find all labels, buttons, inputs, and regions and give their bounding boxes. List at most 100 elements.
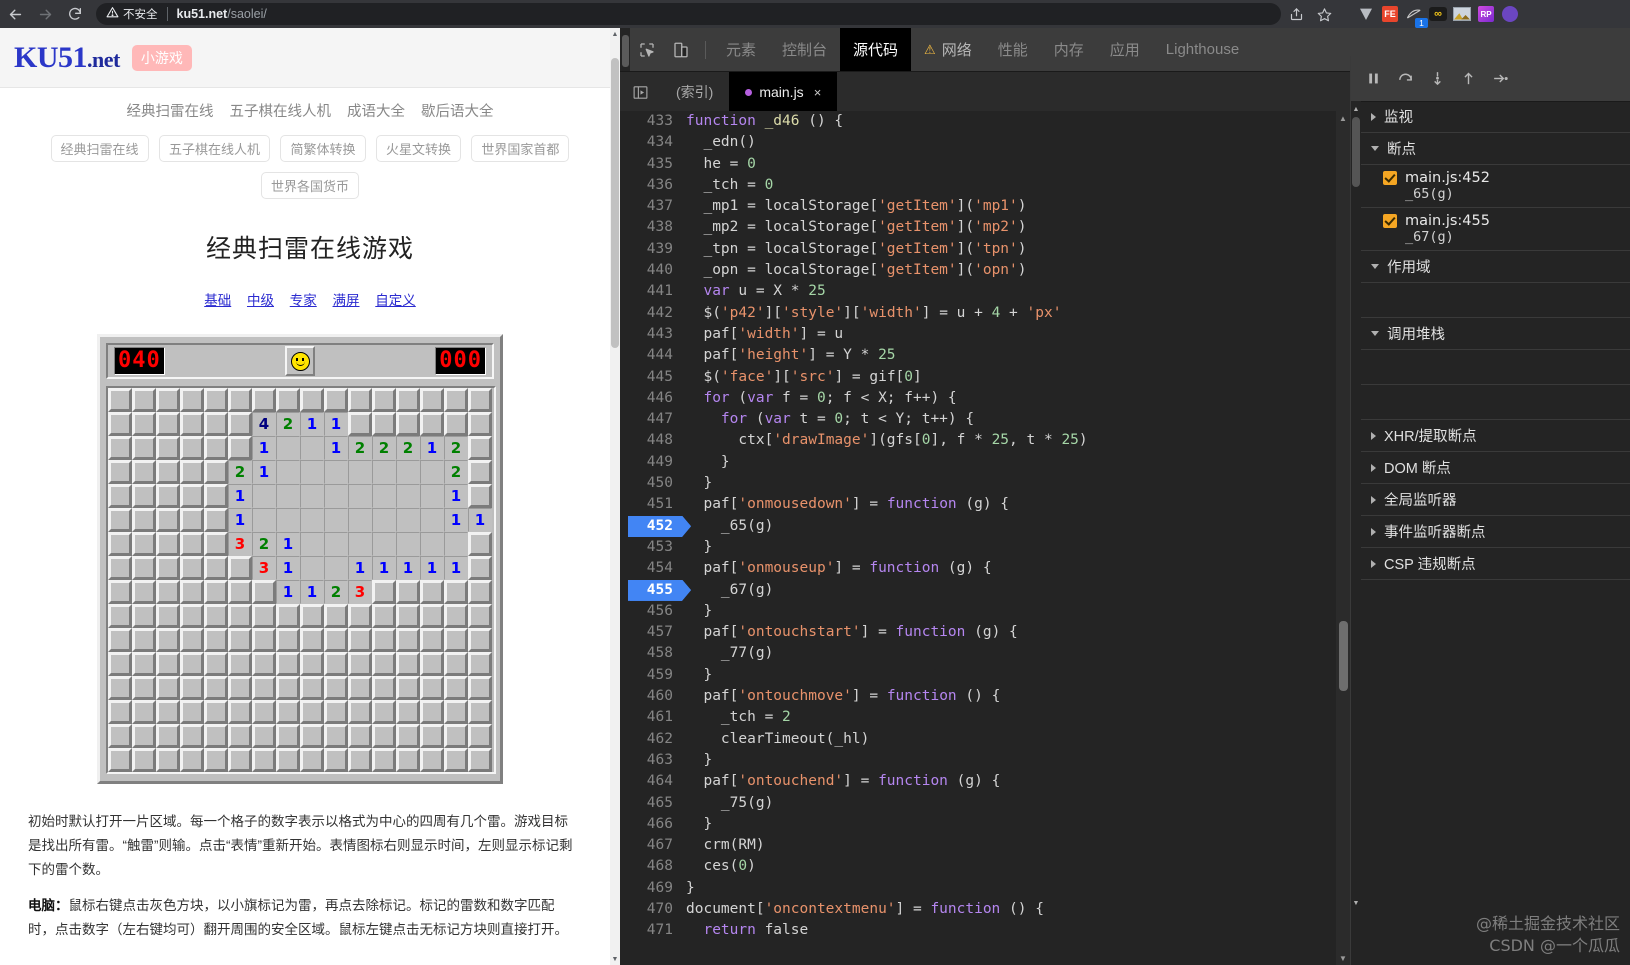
- line-number[interactable]: 435: [630, 154, 682, 175]
- minesweeper-cell[interactable]: [324, 604, 348, 628]
- star-icon[interactable]: [1311, 1, 1337, 27]
- step-icon[interactable]: [1491, 70, 1510, 87]
- minesweeper-cell[interactable]: [204, 388, 228, 412]
- page-scrollbar-thumb[interactable]: [611, 58, 619, 348]
- minesweeper-cell[interactable]: [180, 412, 204, 436]
- tab-memory[interactable]: 内存: [1041, 28, 1097, 71]
- line-number[interactable]: 436: [630, 175, 682, 196]
- minesweeper-cell[interactable]: [276, 748, 300, 772]
- line-number[interactable]: 455: [630, 580, 682, 601]
- minesweeper-cell[interactable]: [228, 628, 252, 652]
- minesweeper-cell[interactable]: [132, 748, 156, 772]
- minesweeper-cell[interactable]: [108, 388, 132, 412]
- minesweeper-cell[interactable]: 3: [228, 532, 252, 556]
- chip-item-3[interactable]: 火星文转换: [375, 135, 461, 162]
- minesweeper-cell[interactable]: [468, 700, 492, 724]
- inspect-element-icon[interactable]: [630, 28, 664, 71]
- minesweeper-cell[interactable]: [180, 436, 204, 460]
- code-line[interactable]: 460 paf['ontouchmove'] = function () {: [630, 686, 1336, 707]
- minesweeper-cell[interactable]: [324, 508, 348, 532]
- minesweeper-cell[interactable]: [156, 580, 180, 604]
- minesweeper-cell[interactable]: [468, 676, 492, 700]
- minesweeper-cell[interactable]: [132, 580, 156, 604]
- line-number[interactable]: 438: [630, 217, 682, 238]
- section-dom-breakpoints[interactable]: DOM 断点: [1361, 452, 1630, 484]
- minesweeper-cell[interactable]: [348, 508, 372, 532]
- line-number[interactable]: 433: [630, 111, 682, 132]
- breakpoint-item[interactable]: main.js:452 _65(g): [1361, 165, 1630, 208]
- code-line[interactable]: 448 ctx['drawImage'](gfs[0], f * 25, t *…: [630, 430, 1336, 451]
- minesweeper-cell[interactable]: 3: [252, 556, 276, 580]
- minesweeper-cell[interactable]: [132, 436, 156, 460]
- minesweeper-cell[interactable]: [180, 388, 204, 412]
- code-line[interactable]: 462 clearTimeout(_hl): [630, 729, 1336, 750]
- pause-resume-icon[interactable]: [1365, 70, 1382, 87]
- minesweeper-cell[interactable]: [444, 700, 468, 724]
- step-over-icon[interactable]: [1396, 70, 1415, 87]
- site-logo[interactable]: KU51.net: [14, 41, 120, 75]
- page-scrollbar[interactable]: ▲ ▼: [610, 28, 620, 965]
- minesweeper-cell[interactable]: [180, 460, 204, 484]
- minesweeper-cell[interactable]: [228, 724, 252, 748]
- minesweeper-cell[interactable]: [372, 700, 396, 724]
- minesweeper-cell[interactable]: 1: [252, 436, 276, 460]
- minesweeper-cell[interactable]: 1: [300, 580, 324, 604]
- minesweeper-cell[interactable]: [276, 460, 300, 484]
- difficulty-intermediate[interactable]: 中级: [247, 293, 274, 308]
- rp-extension-icon[interactable]: RP: [1475, 3, 1497, 25]
- minesweeper-cell[interactable]: [108, 436, 132, 460]
- minesweeper-cell[interactable]: [348, 388, 372, 412]
- minesweeper-cell[interactable]: [204, 412, 228, 436]
- minesweeper-cell[interactable]: [468, 532, 492, 556]
- minesweeper-cell[interactable]: [324, 556, 348, 580]
- minesweeper-cell[interactable]: [108, 508, 132, 532]
- tab-lighthouse[interactable]: Lighthouse: [1153, 28, 1252, 71]
- minesweeper-cell[interactable]: [252, 700, 276, 724]
- line-number[interactable]: 441: [630, 281, 682, 302]
- line-number[interactable]: 446: [630, 388, 682, 409]
- minesweeper-cell[interactable]: [324, 652, 348, 676]
- minesweeper-cell[interactable]: 2: [252, 532, 276, 556]
- code-line[interactable]: 433 function _d46 () {: [630, 111, 1336, 132]
- minesweeper-cell[interactable]: [396, 748, 420, 772]
- minesweeper-cell[interactable]: [276, 724, 300, 748]
- topnav-item-1[interactable]: 五子棋在线人机: [229, 104, 331, 120]
- minesweeper-cell[interactable]: [228, 388, 252, 412]
- profile-avatar[interactable]: [1499, 3, 1521, 25]
- gutter-scrollbar-thumb[interactable]: [622, 35, 629, 67]
- minesweeper-cell[interactable]: [228, 580, 252, 604]
- minesweeper-cell[interactable]: [396, 460, 420, 484]
- minesweeper-cell[interactable]: [372, 508, 396, 532]
- code-line[interactable]: 442 $('p42']['style']['width'] = u + 4 +…: [630, 303, 1336, 324]
- code-line[interactable]: 434 _edn(): [630, 132, 1336, 153]
- minesweeper-cell[interactable]: [372, 724, 396, 748]
- minesweeper-cell[interactable]: [444, 724, 468, 748]
- minesweeper-cell[interactable]: 1: [372, 556, 396, 580]
- code-line[interactable]: 458 _77(g): [630, 643, 1336, 664]
- minesweeper-cell[interactable]: [324, 724, 348, 748]
- breakpoint-checkbox[interactable]: [1383, 171, 1397, 185]
- minesweeper-cell[interactable]: [156, 508, 180, 532]
- minesweeper-cell[interactable]: 3: [348, 580, 372, 604]
- minesweeper-cell[interactable]: 1: [468, 508, 492, 532]
- minesweeper-cell[interactable]: 1: [228, 508, 252, 532]
- minesweeper-cell[interactable]: 1: [300, 412, 324, 436]
- line-number[interactable]: 451: [630, 494, 682, 515]
- address-bar[interactable]: 不安全 ku51.net/saolei/: [96, 3, 1281, 25]
- minesweeper-cell[interactable]: 2: [276, 412, 300, 436]
- line-number[interactable]: 450: [630, 473, 682, 494]
- code-line[interactable]: 454 paf['onmouseup'] = function (g) {: [630, 558, 1336, 579]
- minesweeper-cell[interactable]: [132, 484, 156, 508]
- code-line[interactable]: 450 }: [630, 473, 1336, 494]
- minesweeper-cell[interactable]: [420, 580, 444, 604]
- code-line[interactable]: 471 return false: [630, 920, 1336, 941]
- minesweeper-cell[interactable]: [324, 700, 348, 724]
- difficulty-expert[interactable]: 专家: [290, 293, 317, 308]
- reload-icon[interactable]: [60, 0, 90, 28]
- minesweeper-cell[interactable]: 1: [252, 460, 276, 484]
- breakpoint-checkbox[interactable]: [1383, 214, 1397, 228]
- minesweeper-cell[interactable]: [372, 532, 396, 556]
- minesweeper-cell[interactable]: [468, 748, 492, 772]
- minesweeper-cell[interactable]: [228, 748, 252, 772]
- minesweeper-cell[interactable]: [468, 628, 492, 652]
